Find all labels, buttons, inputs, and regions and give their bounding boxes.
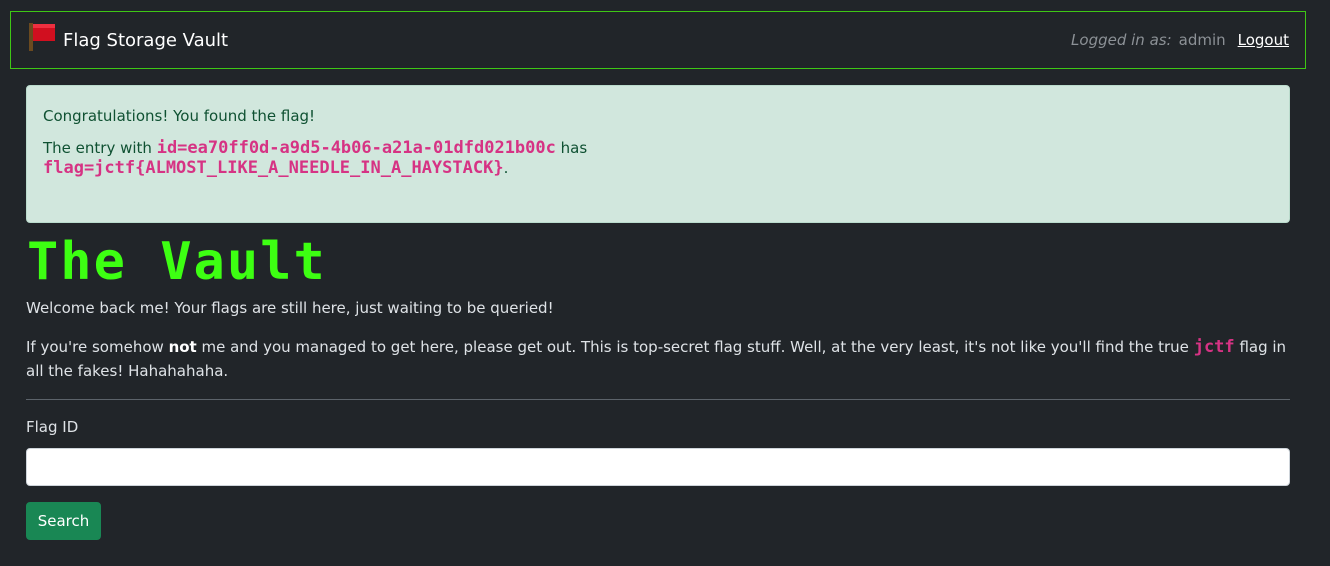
username: admin bbox=[1178, 31, 1226, 49]
has-text: has bbox=[560, 139, 588, 157]
brand[interactable]: Flag Storage Vault bbox=[27, 21, 229, 56]
search-button[interactable]: Search bbox=[26, 502, 101, 540]
red-flag-icon bbox=[27, 21, 59, 53]
warning-part2: me and you managed to get here, please g… bbox=[201, 338, 1189, 356]
jctf-code: jctf bbox=[1193, 337, 1235, 357]
alert-message: Congratulations! You found the flag! bbox=[43, 107, 316, 125]
logout-link[interactable]: Logout bbox=[1238, 31, 1289, 49]
alert-entry: The entry with id=ea70ff0d-a9d5-4b06-a21… bbox=[43, 138, 1273, 178]
warning-part1: If you're somehow bbox=[26, 338, 164, 356]
warning-text: If you're somehow not me and you managed… bbox=[26, 335, 1290, 383]
flag-id-input[interactable] bbox=[26, 448, 1290, 486]
period: . bbox=[503, 159, 509, 177]
entry-id: id=ea70ff0d-a9d5-4b06-a21a-01dfd021b00c bbox=[156, 138, 556, 158]
logged-in-label: Logged in as: bbox=[1071, 31, 1172, 49]
flag-value: flag=jctf{ALMOST_LIKE_A_NEEDLE_IN_A_HAYS… bbox=[43, 158, 504, 178]
brand-title: Flag Storage Vault bbox=[63, 29, 229, 51]
entry-prefix: The entry with bbox=[43, 139, 152, 157]
success-alert: Congratulations! You found the flag! The… bbox=[26, 85, 1290, 223]
flag-id-label: Flag ID bbox=[26, 418, 79, 436]
divider bbox=[26, 399, 1290, 400]
welcome-text: Welcome back me! Your flags are still he… bbox=[26, 299, 554, 317]
warning-bold: not bbox=[168, 338, 197, 356]
page-title: The Vault bbox=[27, 232, 327, 292]
user-area: Logged in as: admin Logout bbox=[1071, 31, 1289, 49]
navbar: Flag Storage Vault Logged in as: admin L… bbox=[10, 11, 1306, 69]
